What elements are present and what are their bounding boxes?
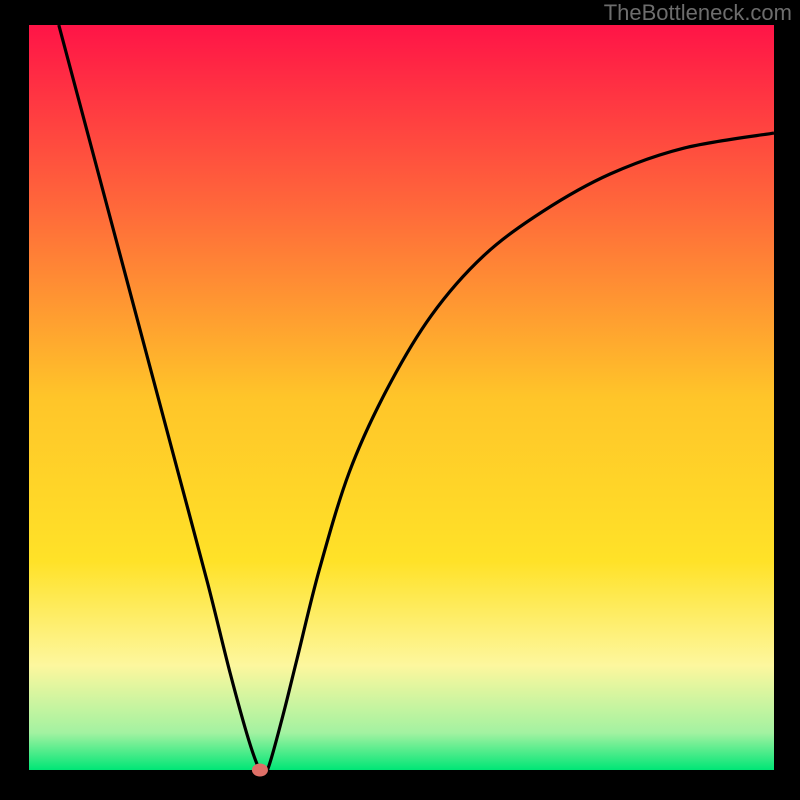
plot-background bbox=[29, 25, 774, 770]
minimum-marker bbox=[252, 764, 268, 777]
watermark-text: TheBottleneck.com bbox=[604, 0, 792, 26]
chart-container: TheBottleneck.com bbox=[0, 0, 800, 800]
bottleneck-chart bbox=[0, 0, 800, 800]
